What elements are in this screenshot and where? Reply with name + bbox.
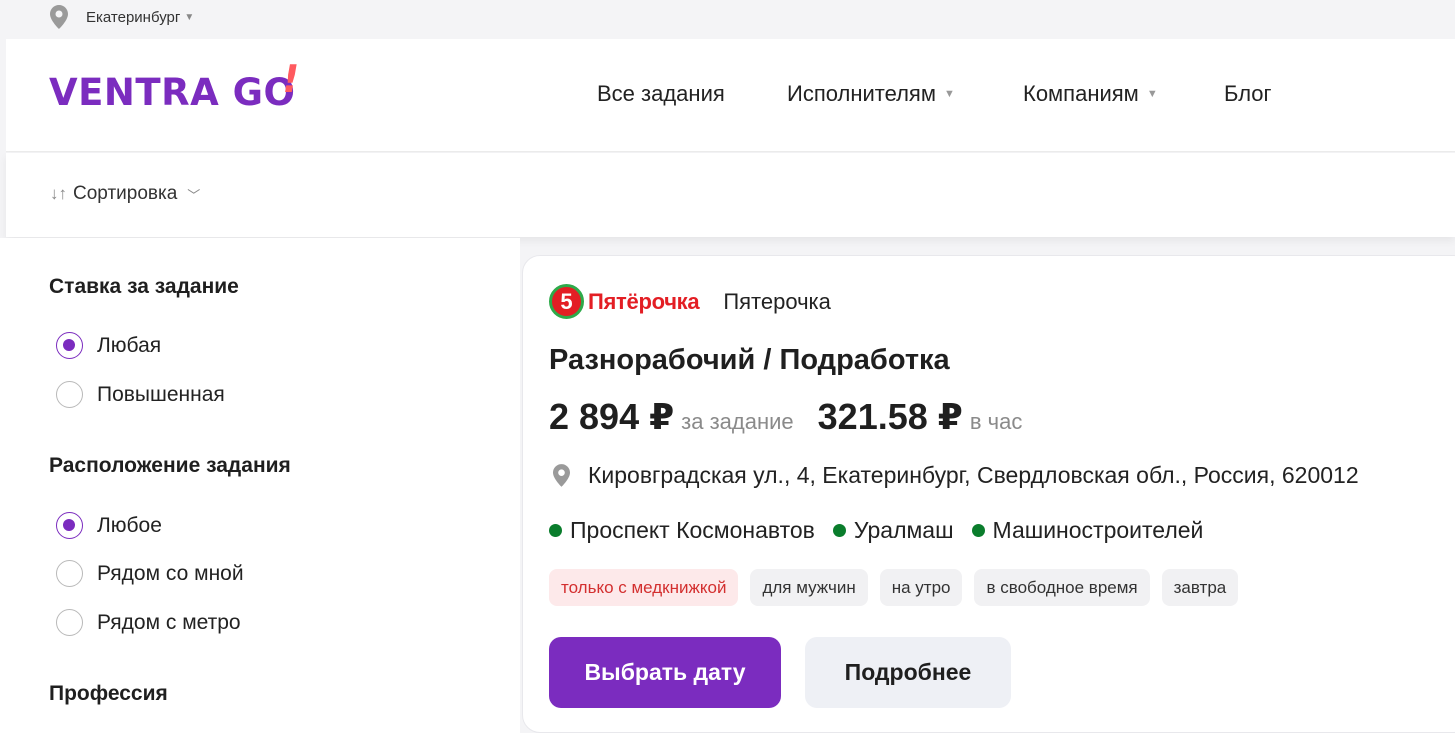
- radio-checked[interactable]: [56, 512, 83, 539]
- top-bar: Екатеринбург ▼: [0, 0, 1455, 39]
- company-name: Пятерочка: [723, 288, 831, 314]
- filter-location-title: Расположение задания: [49, 454, 291, 477]
- location-pin-icon: [50, 5, 68, 29]
- caret-down-icon: ▼: [943, 88, 955, 100]
- radio-rate-raised[interactable]: Повышенная: [56, 381, 225, 408]
- metro-list: Проспект Космонавтов Уралмаш Машинострои…: [549, 517, 1221, 544]
- city-label: Екатеринбург: [86, 8, 181, 26]
- radio-location-any[interactable]: Любое: [56, 512, 162, 539]
- tag-list: только с медкнижкой для мужчин на утро в…: [549, 569, 1250, 606]
- location-pin-icon: [553, 464, 570, 487]
- nav-label: Компаниям: [1023, 81, 1139, 106]
- metro-station: Проспект Космонавтов: [549, 517, 815, 544]
- tag-medbook: только с медкнижкой: [549, 569, 739, 606]
- tag-morning: на утро: [879, 569, 963, 606]
- job-card: 5 Пятёрочка Пятерочка Разнорабочий / Под…: [522, 255, 1455, 733]
- radio-label: Любая: [97, 333, 162, 357]
- filter-profession-title: Профессия: [49, 682, 168, 705]
- caret-down-icon: ▼: [1146, 88, 1158, 100]
- nav-blog[interactable]: Блог: [1224, 81, 1272, 107]
- radio-unchecked[interactable]: [56, 609, 83, 636]
- nav-label: Исполнителям: [787, 81, 936, 106]
- radio-checked[interactable]: [56, 332, 83, 359]
- filter-rate-title: Ставка за задание: [49, 275, 239, 298]
- nav-label: Блог: [1224, 81, 1272, 106]
- company-logo: 5 Пятёрочка: [549, 284, 700, 319]
- metro-dot-icon: [549, 524, 562, 537]
- metro-dot-icon: [832, 524, 846, 537]
- radio-location-near-metro[interactable]: Рядом с метро: [56, 609, 241, 636]
- site-header: VENTRA GO ! Все задания Исполнителям ▼ К…: [6, 39, 1455, 152]
- brand-row: 5 Пятёрочка Пятерочка: [549, 284, 831, 319]
- city-selector[interactable]: Екатеринбург ▼: [50, 5, 194, 29]
- tag-free-time: в свободное время: [974, 569, 1150, 606]
- nav-label: Все задания: [597, 81, 725, 106]
- logo-word: Пятёрочка: [588, 288, 700, 314]
- pay-task-amount: 2 894 ₽: [549, 396, 675, 437]
- metro-dot-icon: [971, 524, 985, 537]
- sort-button[interactable]: ↓↑ Сортировка ﹀: [50, 183, 200, 205]
- radio-label: Рядом с метро: [97, 610, 241, 634]
- pay-hour-unit: в час: [969, 409, 1023, 434]
- radio-rate-any[interactable]: Любая: [56, 332, 161, 359]
- choose-date-button[interactable]: Выбрать дату: [549, 637, 781, 708]
- pay-hour-amount: 321.58 ₽: [817, 396, 963, 437]
- radio-label: Рядом со мной: [97, 561, 244, 585]
- chevron-down-icon: ﹀: [187, 187, 201, 203]
- metro-name: Проспект Космонавтов: [570, 517, 815, 543]
- main-nav: Все задания Исполнителям ▼ Компаниям ▼ Б…: [6, 39, 1455, 151]
- filters-panel: Ставка за задание Любая Повышенная Распо…: [0, 238, 520, 733]
- metro-station: Уралмаш: [832, 517, 954, 544]
- nav-performers[interactable]: Исполнителям ▼: [787, 81, 955, 107]
- radio-unchecked[interactable]: [56, 381, 83, 408]
- tag-tomorrow: завтра: [1161, 569, 1239, 606]
- details-button[interactable]: Подробнее: [805, 637, 1011, 708]
- card-actions: Выбрать дату Подробнее: [549, 637, 1011, 708]
- pay-row: 2 894 ₽ за задание 321.58 ₽ в час: [549, 396, 1022, 438]
- nav-all-tasks[interactable]: Все задания: [597, 81, 725, 107]
- radio-label: Любое: [97, 513, 162, 537]
- metro-name: Уралмаш: [853, 517, 954, 543]
- pay-task-unit: за задание: [681, 409, 794, 434]
- sort-bar: ↓↑ Сортировка ﹀: [6, 153, 1455, 237]
- sort-arrows-icon: ↓↑: [50, 184, 67, 203]
- metro-station: Машиностроителей: [971, 517, 1204, 544]
- radio-location-near-me[interactable]: Рядом со мной: [56, 560, 244, 587]
- radio-unchecked[interactable]: [56, 560, 83, 587]
- metro-name: Машиностроителей: [992, 517, 1204, 543]
- address-text: Кировградская ул., 4, Екатеринбург, Свер…: [588, 462, 1359, 488]
- tag-men: для мужчин: [750, 569, 868, 606]
- caret-down-icon: ▼: [184, 11, 195, 23]
- address: Кировградская ул., 4, Екатеринбург, Свер…: [553, 462, 1359, 489]
- logo-digit: 5: [549, 284, 584, 319]
- radio-label: Повышенная: [97, 382, 225, 406]
- sort-label: Сортировка: [73, 183, 178, 204]
- job-title[interactable]: Разнорабочий / Подработка: [549, 344, 950, 377]
- nav-companies[interactable]: Компаниям ▼: [1023, 81, 1158, 107]
